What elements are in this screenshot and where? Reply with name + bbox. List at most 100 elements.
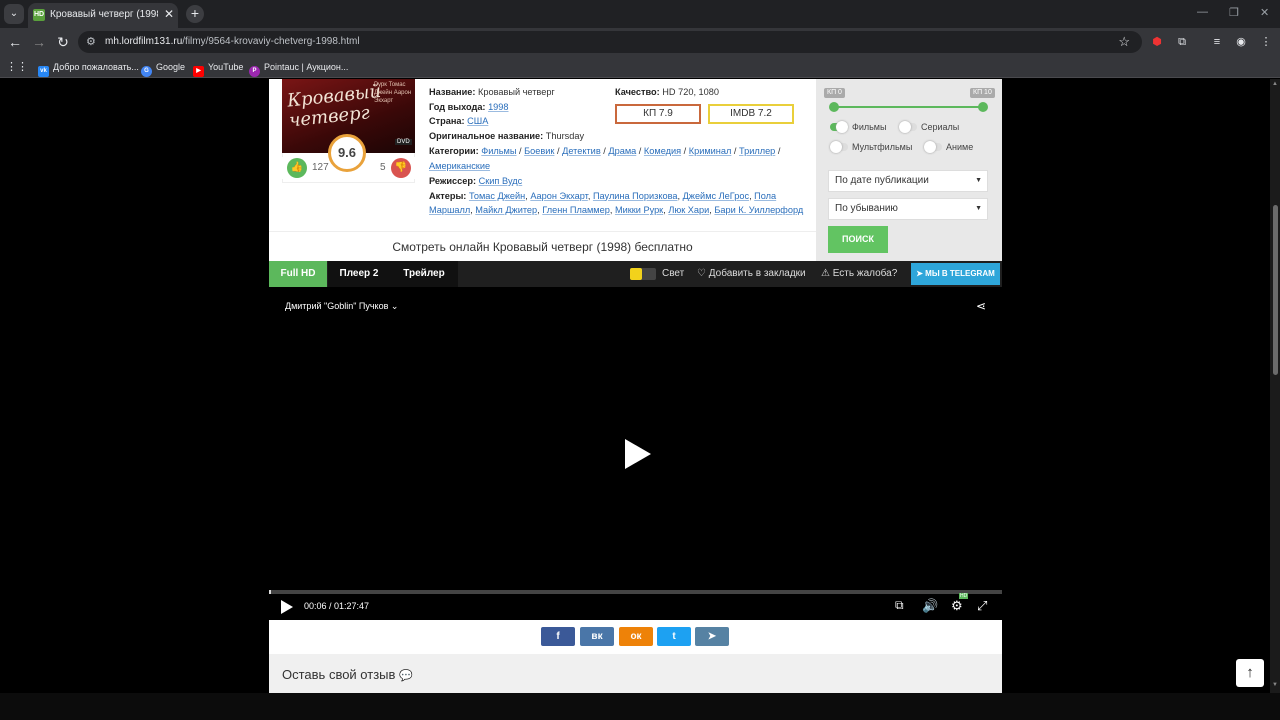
reload-icon[interactable]: ↻ (55, 34, 71, 50)
apps-icon[interactable]: ⋮⋮ (6, 60, 28, 74)
share-icon[interactable]: ⋖ (976, 299, 986, 313)
bookmark-pointauc[interactable]: P Pointauc | Аукцион... (249, 60, 348, 77)
telegram-button[interactable]: ➤ МЫ В TELEGRAM (911, 263, 1000, 285)
menu-icon[interactable]: ⋮ (1259, 35, 1273, 49)
sort-select[interactable]: По дате публикации ▼ (828, 170, 988, 192)
odnoklassniki-icon[interactable]: ок (619, 627, 653, 646)
info-country: Страна: США (429, 116, 489, 127)
year-link[interactable]: 1998 (488, 102, 508, 112)
video-player[interactable]: Дмитрий "Goblin" Пучков ⌄ ⋖ 00:06 / 01:2… (269, 287, 1002, 620)
actor-link[interactable]: Гленн Пламмер (542, 205, 610, 215)
pip-icon[interactable]: ⧉ (895, 598, 904, 613)
light-toggle[interactable] (630, 268, 656, 280)
rating-badge: 9.6 (328, 134, 366, 172)
media-control-icon[interactable]: ≡ (1210, 35, 1224, 49)
bookmark-google[interactable]: G Google (141, 60, 185, 77)
actor-link[interactable]: Паулина Поризкова (593, 191, 678, 201)
search-button[interactable]: ПОИСК (828, 226, 888, 253)
settings-icon[interactable]: ⚙ (951, 598, 963, 614)
address-bar[interactable]: ⚙ mh.lordfilm131.ru/filmy/9564-krovaviy-… (78, 31, 1142, 53)
progress-fill (269, 590, 271, 594)
close-window-icon[interactable]: ✕ (1260, 6, 1269, 19)
extension-icon[interactable]: ⬢ (1150, 35, 1164, 49)
back-icon[interactable]: ← (7, 34, 23, 50)
thumbs-down-icon[interactable]: 👎 (391, 158, 411, 178)
actor-link[interactable]: Джеймс ЛеГрос (683, 191, 749, 201)
category-link[interactable]: Драма (608, 146, 636, 156)
vk-icon: vk (38, 66, 49, 77)
actor-link[interactable]: Бари К. Уиллерфорд (714, 205, 803, 215)
actor-link[interactable]: Маршалл (429, 205, 470, 215)
tab-trailer[interactable]: Трейлер (393, 261, 455, 287)
browser-tab[interactable]: HD Кровавый четверг (1998) смотр ✕ (28, 3, 178, 28)
facebook-icon[interactable]: f (541, 627, 575, 646)
imdb-rating: IMDB 7.2 (708, 104, 794, 124)
poster-dvd-logo: DVD (395, 139, 412, 145)
complaint-button[interactable]: ⚠ Есть жалоба? (821, 261, 897, 287)
actor-link[interactable]: Пола (754, 191, 776, 201)
toggle-series-label: Сериалы (921, 122, 960, 132)
extensions-puzzle-icon[interactable]: ⧉ (1175, 35, 1189, 49)
tab-full-hd[interactable]: Full HD (269, 261, 327, 287)
toggle-anime[interactable] (924, 141, 942, 153)
category-link[interactable]: Комедия (644, 146, 681, 156)
volume-icon[interactable]: 🔊 (922, 598, 938, 614)
toggle-films[interactable] (830, 121, 848, 133)
vk-icon[interactable]: вк (580, 627, 614, 646)
play-icon[interactable] (281, 600, 293, 614)
minimize-icon[interactable]: — (1197, 6, 1208, 18)
telegram-icon[interactable]: ➤ (695, 627, 729, 646)
profile-icon[interactable]: ◉ (1234, 35, 1248, 49)
category-link[interactable]: Триллер (739, 146, 775, 156)
category-link[interactable]: Фильмы (481, 146, 516, 156)
toggle-series[interactable] (899, 121, 917, 133)
actor-link[interactable]: Аарон Экхарт (530, 191, 588, 201)
forward-icon[interactable]: → (31, 34, 47, 50)
scroll-thumb[interactable] (1273, 205, 1278, 375)
scroll-up-icon[interactable]: ▲ (1272, 81, 1278, 87)
actor-link[interactable]: Микки Рурк (615, 205, 663, 215)
translator-select[interactable]: Дмитрий "Goblin" Пучков ⌄ (285, 301, 398, 312)
order-select[interactable]: По убыванию ▼ (828, 198, 988, 220)
bookmark-star-icon[interactable]: ☆ (1118, 34, 1130, 50)
toggle-cartoons[interactable] (830, 141, 848, 153)
actor-link[interactable]: Майкл Джитер (475, 205, 537, 215)
tab-player-2[interactable]: Плеер 2 (329, 261, 389, 287)
tab-bar: ⌄ HD Кровавый четверг (1998) смотр ✕ + —… (0, 0, 1280, 28)
toggle-cartoons-label: Мультфильмы (852, 142, 913, 152)
kp-range-slider[interactable] (834, 106, 984, 108)
category-link[interactable]: Боевик (524, 146, 554, 156)
play-big-icon[interactable] (625, 439, 651, 469)
thumbs-up-icon[interactable]: 👍 (287, 158, 307, 178)
progress-bar[interactable] (269, 590, 1002, 594)
new-tab-button[interactable]: + (186, 5, 204, 23)
kp-rating: КП 7.9 (615, 104, 701, 124)
tab-search-button[interactable]: ⌄ (4, 4, 24, 24)
twitter-icon[interactable]: t (657, 627, 691, 646)
add-bookmark-button[interactable]: ♡ Добавить в закладки (697, 261, 806, 287)
fullscreen-icon[interactable]: ⤢ (977, 598, 987, 614)
page-scrollbar[interactable]: ▲ ▼ (1270, 79, 1280, 693)
kp-min-handle[interactable] (829, 102, 839, 112)
category-link[interactable]: Американские (429, 161, 490, 171)
bookmark-vk[interactable]: vk Добро пожаловать... (38, 60, 139, 77)
country-link[interactable]: США (467, 116, 488, 126)
tab-favicon: HD (33, 9, 45, 21)
close-tab-icon[interactable]: ✕ (164, 7, 174, 21)
youtube-icon: ▶ (193, 66, 204, 77)
kp-max-handle[interactable] (978, 102, 988, 112)
site-info-icon[interactable]: ⚙ (86, 35, 96, 48)
category-link[interactable]: Детектив (562, 146, 601, 156)
player-toolbar: Full HD Плеер 2 Трейлер Свет ♡ Добавить … (269, 261, 1002, 287)
scroll-down-icon[interactable]: ▼ (1272, 682, 1278, 688)
share-bar: f вк ок t ➤ (269, 620, 1002, 654)
maximize-icon[interactable]: ❐ (1229, 6, 1239, 19)
scroll-top-button[interactable]: ↑ (1236, 659, 1264, 687)
actor-link[interactable]: Томас Джейн (469, 191, 525, 201)
actor-link[interactable]: Люк Хари (668, 205, 709, 215)
bookmark-youtube[interactable]: ▶ YouTube (193, 60, 243, 77)
poster-credits: Рурк Томас Джейн Аарон Экхарт (374, 82, 412, 104)
director-link[interactable]: Скип Вудс (479, 176, 523, 186)
dropdown-arrow-icon: ▼ (975, 177, 982, 184)
category-link[interactable]: Криминал (689, 146, 732, 156)
